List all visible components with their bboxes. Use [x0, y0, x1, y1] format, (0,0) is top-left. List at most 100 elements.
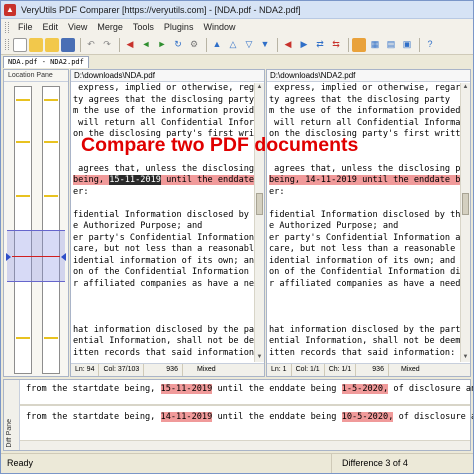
title-bar: ▲ VeryUtils PDF Comparer [https://veryut…: [1, 1, 473, 19]
text-line: hat information disclosed by the parti: [73, 325, 254, 337]
filter-icon[interactable]: ▦: [368, 38, 382, 52]
text-segment: er:: [269, 186, 285, 197]
sync-icon[interactable]: ⇄: [313, 38, 327, 52]
text-segment: ty agrees that the disclosing party: [73, 94, 254, 105]
right-document-pane[interactable]: D:\downloads\NDA2.pdf express, implied o…: [266, 69, 471, 377]
text-segment: express, implied or otherwise, regard: [73, 83, 254, 93]
text-segment: care, but not less than a reasonable c: [269, 244, 460, 254]
text-segment: er party's Confidential Information a: [269, 232, 460, 243]
diff-line-left[interactable]: from the startdate being, 15-11-2019 unt…: [26, 382, 473, 396]
new-document-icon[interactable]: [13, 37, 27, 52]
text-segment: will return all Confidential Informat: [73, 117, 254, 128]
help-icon[interactable]: ?: [423, 38, 437, 52]
right-codepage: 936: [368, 364, 389, 376]
scroll-thumb[interactable]: [256, 193, 263, 215]
copy-left-icon[interactable]: ◄: [139, 38, 153, 52]
left-vertical-scrollbar[interactable]: ▲ ▼: [254, 83, 264, 362]
text-segment: ential Information, shall not be deeme: [269, 336, 460, 346]
refresh-icon[interactable]: ↻: [171, 38, 185, 52]
left-document-pane[interactable]: D:\downloads\NDA.pdf express, implied or…: [70, 69, 265, 377]
text-segment: until the enddate being: [212, 412, 342, 422]
right-line-number: Ln: 1: [267, 364, 292, 376]
location-pane-title: Location Pane: [4, 70, 68, 82]
text-line: fidential Information disclosed by the: [73, 210, 254, 222]
diff-pane-divider[interactable]: [20, 404, 470, 406]
undo-icon[interactable]: ↶: [84, 38, 98, 52]
text-line: [73, 198, 254, 210]
swap-icon[interactable]: ⇆: [329, 38, 343, 52]
redo-icon[interactable]: ↷: [100, 38, 114, 52]
location-pane: Location Pane: [3, 69, 69, 377]
text-line: idential information of its own; and: [73, 256, 254, 268]
copy-all-left-icon[interactable]: ◀: [281, 38, 295, 52]
menu-file[interactable]: File: [13, 22, 38, 32]
diff-horizontal-scrollbar[interactable]: [20, 440, 470, 450]
copy-all-right-icon[interactable]: ▶: [297, 38, 311, 52]
text-segment: itten records that said information:: [73, 347, 254, 358]
text-segment: care, but not less than a reasonable c: [73, 244, 254, 254]
diff-line-right[interactable]: from the startdate being, 14-11-2019 unt…: [26, 410, 473, 424]
merge-first-icon[interactable]: ◀: [123, 38, 137, 52]
first-diff-icon[interactable]: ▲: [210, 38, 224, 52]
app-window: ▲ VeryUtils PDF Comparer [https://veryut…: [0, 0, 474, 474]
last-diff-icon[interactable]: ▼: [258, 38, 272, 52]
text-segment: ential Information, shall not be deeme: [73, 336, 254, 346]
scroll-down-icon[interactable]: ▼: [255, 353, 264, 362]
tab-nda-compare[interactable]: NDA.pdf - NDA2.pdf: [3, 56, 89, 68]
open-recent-icon[interactable]: [45, 37, 59, 52]
text-line: er party's Confidential Information a: [269, 233, 460, 245]
text-segment: itten records that said information:: [269, 347, 456, 358]
text-line: er:: [73, 187, 254, 199]
diff-pane-sidebar: Diff Pane: [4, 380, 20, 450]
right-vertical-scrollbar[interactable]: ▲ ▼: [460, 83, 470, 362]
left-eol-mode: Mixed: [196, 366, 216, 373]
menu-edit[interactable]: Edit: [38, 22, 64, 32]
text-line: ty agrees that the disclosing party: [269, 95, 460, 107]
text-line: e Authorized Purpose; and: [73, 221, 254, 233]
menu-window[interactable]: Window: [198, 22, 240, 32]
settings-icon[interactable]: ⚙: [187, 38, 201, 52]
scroll-thumb[interactable]: [462, 193, 469, 215]
left-text-area[interactable]: express, implied or otherwise, regard ty …: [71, 83, 254, 362]
diff-highlight: 10-5-2020,: [341, 412, 394, 422]
text-line: being, 14-11-2019 until the enddate be: [269, 175, 460, 187]
diff-highlight: 1-5-2020,: [341, 384, 389, 394]
scroll-up-icon[interactable]: ▲: [461, 83, 470, 92]
text-line: r affiliated companies as have a need: [269, 279, 460, 291]
diff-marker: [16, 195, 30, 197]
promo-overlay-title: Compare two PDF documents: [81, 134, 359, 156]
text-line: [269, 302, 460, 314]
viewport-left-arrow-icon: [6, 253, 11, 261]
next-diff-icon[interactable]: ▽: [242, 38, 256, 52]
status-bar: Ready Difference 3 of 4: [1, 453, 473, 473]
text-line: [269, 198, 460, 210]
options-icon[interactable]: [352, 37, 366, 52]
text-line: ty agrees that the disclosing party: [73, 95, 254, 107]
diff-highlight: 15-11-2019: [160, 384, 213, 394]
prev-diff-icon[interactable]: △: [226, 38, 240, 52]
open-folder-icon[interactable]: [29, 37, 43, 52]
menu-merge[interactable]: Merge: [92, 22, 128, 32]
text-line: hat information disclosed by the parti: [269, 325, 460, 337]
location-pane-toggle-icon[interactable]: ▤: [384, 38, 398, 52]
menu-plugins[interactable]: Plugins: [159, 22, 199, 32]
scroll-up-icon[interactable]: ▲: [255, 83, 264, 92]
diff-marker: [44, 99, 58, 101]
diff-marker: [16, 141, 30, 143]
right-text-area[interactable]: express, implied or otherwise, regard ty …: [267, 83, 460, 362]
text-segment: e Authorized Purpose; and: [73, 221, 203, 231]
toolbar-separator: [348, 37, 349, 52]
save-icon[interactable]: [61, 37, 75, 52]
toolbar-grip: [5, 39, 9, 50]
menu-view[interactable]: View: [63, 22, 92, 32]
text-segment: from the startdate being,: [26, 384, 161, 394]
menu-tools[interactable]: Tools: [128, 22, 159, 32]
diff-pane-toggle-icon[interactable]: ▣: [400, 38, 414, 52]
text-line: [73, 290, 254, 302]
text-line: m the use of the information provided.: [269, 106, 460, 118]
toolbar-separator: [206, 37, 207, 52]
text-line: care, but not less than a reasonable c: [73, 244, 254, 256]
scroll-down-icon[interactable]: ▼: [461, 353, 470, 362]
copy-right-icon[interactable]: ►: [155, 38, 169, 52]
text-segment: ty agrees that the disclosing party: [269, 94, 451, 105]
